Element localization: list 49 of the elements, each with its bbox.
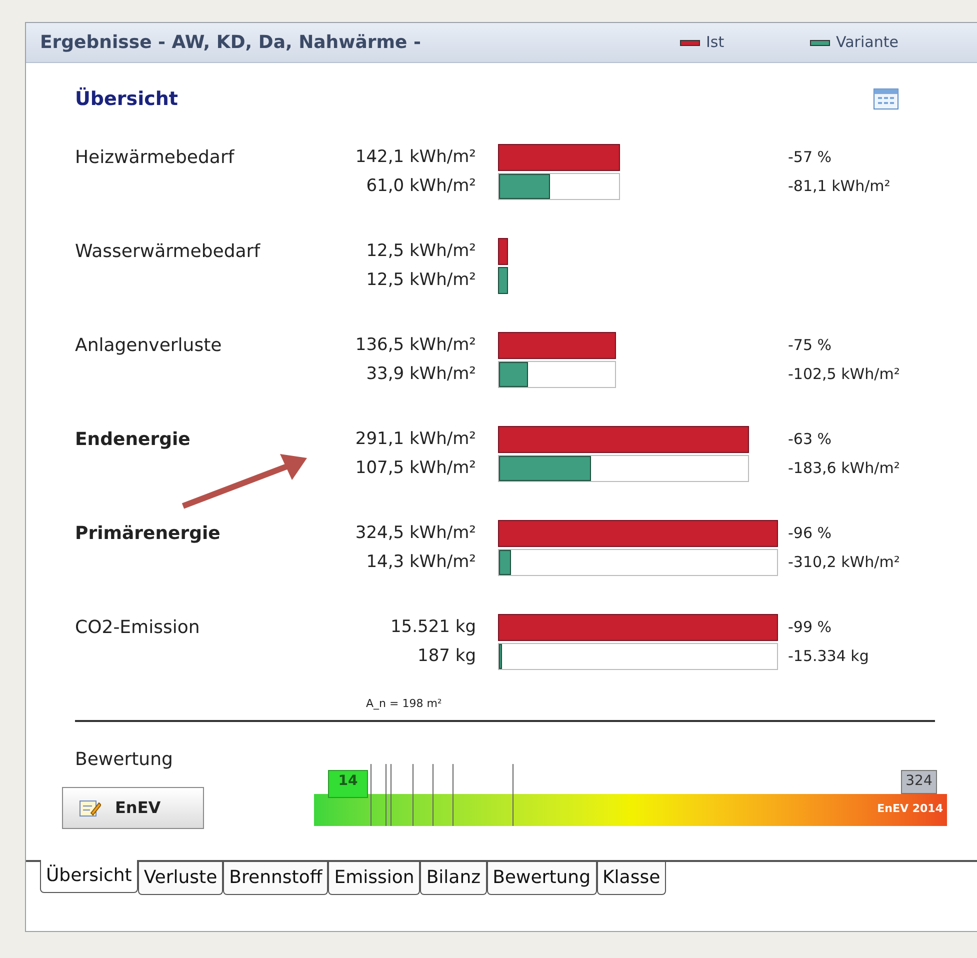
ist-value: 324,5 kWh/m² [355, 522, 476, 544]
change-percent: -57 % [788, 146, 833, 168]
tab[interactable]: Übersicht [40, 860, 138, 892]
legend-label: Ist [706, 32, 724, 54]
ist-value: 291,1 kWh/m² [355, 428, 476, 450]
row-label: Primärenergie [74, 522, 222, 546]
panel-title: Ergebnisse - AW, KD, Da, Nahwärme - [40, 31, 422, 55]
row-label: Heizwärmebedarf [74, 146, 236, 170]
ist-value: 12,5 kWh/m² [366, 240, 476, 262]
variant-value: 187 kg [418, 644, 476, 668]
tab[interactable]: Emission [328, 862, 420, 894]
bar [498, 238, 508, 264]
tab[interactable]: Brennstoff [223, 862, 328, 894]
change-percent: -99 % [788, 616, 833, 638]
tab[interactable]: Klasse [596, 862, 666, 894]
rating-label: Bewertung [74, 748, 174, 772]
variant-value: 61,0 kWh/m² [366, 174, 476, 198]
scale-label: EnEV 2014 [877, 800, 943, 816]
change-percent: -63 % [788, 428, 833, 450]
tab[interactable]: Bewertung [486, 862, 596, 894]
ist-value: 142,1 kWh/m² [355, 146, 476, 168]
row-label: CO2-Emission [74, 616, 201, 640]
area-note: A_n = 198 m² [366, 696, 442, 710]
calendar-icon[interactable] [873, 88, 899, 110]
tab[interactable]: Verluste [138, 862, 224, 894]
variant-value: 33,9 kWh/m² [366, 362, 476, 386]
edit-document-icon [79, 798, 101, 818]
variant-marker: 14 [328, 770, 368, 798]
change-absolute: -81,1 kWh/m² [788, 176, 890, 196]
change-absolute: -183,6 kWh/m² [788, 458, 900, 478]
row-label: Wasserwärmebedarf [74, 240, 262, 264]
legend-label: Variante [836, 32, 898, 54]
bar [498, 266, 508, 294]
change-absolute: -102,5 kWh/m² [788, 364, 900, 384]
ist-value: 136,5 kWh/m² [355, 334, 476, 356]
enev-button[interactable]: EnEV [62, 786, 204, 828]
variant-value: 14,3 kWh/m² [366, 550, 476, 574]
change-absolute: -15.334 kg [788, 646, 869, 666]
change-percent: -75 % [788, 334, 833, 356]
current-marker: 324 [901, 770, 937, 794]
change-absolute: -310,2 kWh/m² [788, 552, 900, 572]
row-label: Anlagenverluste [74, 334, 223, 358]
change-percent: -96 % [788, 522, 833, 544]
variant-value: 107,5 kWh/m² [355, 456, 476, 480]
tab[interactable]: Bilanz [420, 862, 487, 894]
section-title: Übersicht [75, 86, 178, 112]
ist-value: 15.521 kg [390, 616, 476, 638]
row-label: Endenergie [74, 428, 192, 452]
variant-value: 12,5 kWh/m² [366, 268, 476, 292]
